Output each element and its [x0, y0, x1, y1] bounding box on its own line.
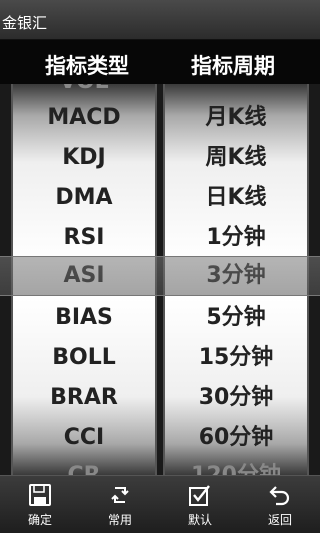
save-icon [29, 484, 51, 506]
wheel-item[interactable]: BOLL [13, 338, 155, 378]
confirm-button[interactable]: 确定 [0, 476, 80, 533]
wheel-item-selected[interactable]: 3分钟 [165, 256, 307, 296]
wheel-item[interactable]: 15分钟 [165, 338, 307, 378]
wheel-item[interactable]: BRAR [13, 378, 155, 418]
wheel-item[interactable]: 1分钟 [165, 218, 307, 258]
default-label: 默认 [187, 513, 212, 527]
indicator-period-wheel[interactable]: 月K线 周K线 日K线 1分钟 3分钟 5分钟 15分钟 30分钟 60分钟 1… [163, 84, 309, 475]
wheel-item[interactable]: 120分钟 [165, 456, 307, 475]
wheel-item-selected[interactable]: ASI [13, 256, 155, 296]
wheel-item[interactable]: RSI [13, 218, 155, 258]
wheel-item[interactable]: 日K线 [165, 178, 307, 218]
wheel-item[interactable]: 5分钟 [165, 298, 307, 338]
wheel-item[interactable]: MACD [13, 98, 155, 138]
wheel-item[interactable]: CCI [13, 418, 155, 458]
column-headers: 指标类型 指标周期 [0, 40, 320, 84]
indicator-period-header: 指标周期 [191, 54, 275, 78]
wheel-item[interactable]: 30分钟 [165, 378, 307, 418]
back-arrow-icon [269, 486, 290, 506]
back-button[interactable]: 返回 [240, 476, 320, 533]
wheel-item[interactable]: 月K线 [165, 98, 307, 138]
wheel-item[interactable]: DMA [13, 178, 155, 218]
indicator-type-header: 指标类型 [45, 54, 129, 78]
back-label: 返回 [267, 513, 292, 527]
wheel-item[interactable]: 60分钟 [165, 418, 307, 458]
default-button[interactable]: 默认 [160, 476, 240, 533]
frequent-label: 常用 [107, 513, 132, 527]
wheel-item[interactable]: CR [13, 456, 155, 475]
confirm-label: 确定 [27, 513, 52, 527]
title-bar: 金银汇 [0, 0, 320, 40]
frequent-button[interactable]: 常用 [80, 476, 160, 533]
app-title: 金银汇 [2, 14, 48, 32]
wheel-item[interactable]: BIAS [13, 298, 155, 338]
refresh-icon [111, 487, 129, 503]
wheel-item[interactable]: 周K线 [165, 138, 307, 178]
bottom-toolbar: 确定 常用 默认 返回 [0, 475, 320, 533]
picker-area: VOL MACD KDJ DMA RSI ASI BIAS BOLL BRAR … [0, 84, 320, 475]
wheel-item[interactable]: KDJ [13, 138, 155, 178]
checkbox-icon [189, 485, 210, 506]
indicator-type-wheel[interactable]: VOL MACD KDJ DMA RSI ASI BIAS BOLL BRAR … [11, 84, 157, 475]
